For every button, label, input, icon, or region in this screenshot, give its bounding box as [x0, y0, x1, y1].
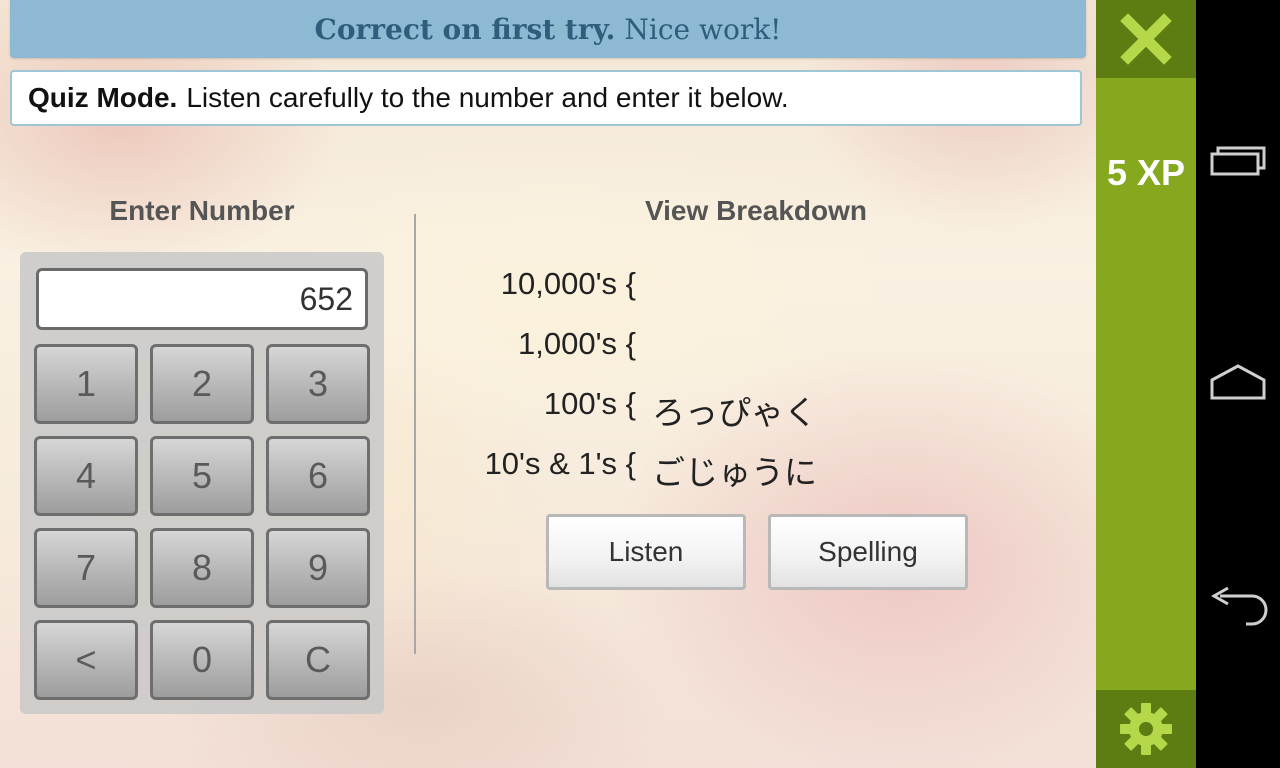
listen-button[interactable]: Listen — [546, 514, 746, 590]
close-button[interactable] — [1096, 0, 1196, 78]
key-9[interactable]: 9 — [266, 528, 370, 608]
key-2[interactable]: 2 — [150, 344, 254, 424]
breakdown-row-hundreds: 100's { ろっぴゃく — [456, 386, 1016, 431]
close-icon — [1120, 13, 1172, 65]
key-0[interactable]: 0 — [150, 620, 254, 700]
breakdown-label: 10's & 1's { — [484, 446, 636, 481]
xp-counter: 5 XP — [1106, 152, 1186, 193]
key-6[interactable]: 6 — [266, 436, 370, 516]
view-breakdown-heading: View Breakdown — [644, 195, 867, 226]
settings-button[interactable] — [1096, 690, 1196, 768]
breakdown-label: 10,000's { — [500, 266, 636, 301]
key-1[interactable]: 1 — [34, 344, 138, 424]
breakdown-row-ten-thousands: 10,000's { — [456, 266, 1016, 306]
key-clear[interactable]: C — [266, 620, 370, 700]
breakdown-row-thousands: 1,000's { — [456, 326, 1016, 366]
quiz-content: Correct on first try. Nice work! Quiz Mo… — [0, 0, 1096, 768]
result-banner-bold: Correct on first try. — [314, 12, 616, 46]
recent-apps-button[interactable] — [1196, 118, 1280, 202]
mode-banner-bold: Quiz Mode. — [28, 82, 178, 113]
key-3[interactable]: 3 — [266, 344, 370, 424]
column-divider — [414, 214, 416, 654]
result-banner: Correct on first try. Nice work! — [10, 0, 1086, 58]
enter-number-heading: Enter Number — [109, 195, 295, 226]
home-button[interactable] — [1196, 340, 1280, 424]
breakdown-row-tens-ones: 10's & 1's { ごじゅうに — [456, 446, 1016, 491]
key-4[interactable]: 4 — [34, 436, 138, 516]
breakdown-value: ろっぴゃく — [652, 394, 817, 431]
back-icon — [1210, 586, 1268, 626]
android-nav-bar — [1196, 0, 1280, 768]
side-panel: 5 XP — [1096, 0, 1196, 768]
keypad: 652 1 2 3 4 5 6 7 8 9 < 0 C — [20, 252, 384, 714]
gear-icon — [1120, 703, 1172, 755]
result-banner-text: Nice work! — [624, 12, 782, 46]
home-icon — [1210, 364, 1266, 400]
breakdown-label: 1,000's { — [518, 326, 636, 361]
mode-banner: Quiz Mode. Listen carefully to the numbe… — [10, 70, 1082, 126]
back-button[interactable] — [1196, 564, 1280, 648]
mode-banner-text: Listen carefully to the number and enter… — [186, 82, 789, 113]
breakdown-value: ごじゅうに — [652, 454, 817, 491]
recent-apps-icon — [1210, 146, 1266, 176]
key-backspace[interactable]: < — [34, 620, 138, 700]
key-5[interactable]: 5 — [150, 436, 254, 516]
key-8[interactable]: 8 — [150, 528, 254, 608]
number-display[interactable]: 652 — [36, 268, 368, 330]
spelling-button[interactable]: Spelling — [768, 514, 968, 590]
breakdown-label: 100's { — [543, 386, 636, 421]
key-7[interactable]: 7 — [34, 528, 138, 608]
